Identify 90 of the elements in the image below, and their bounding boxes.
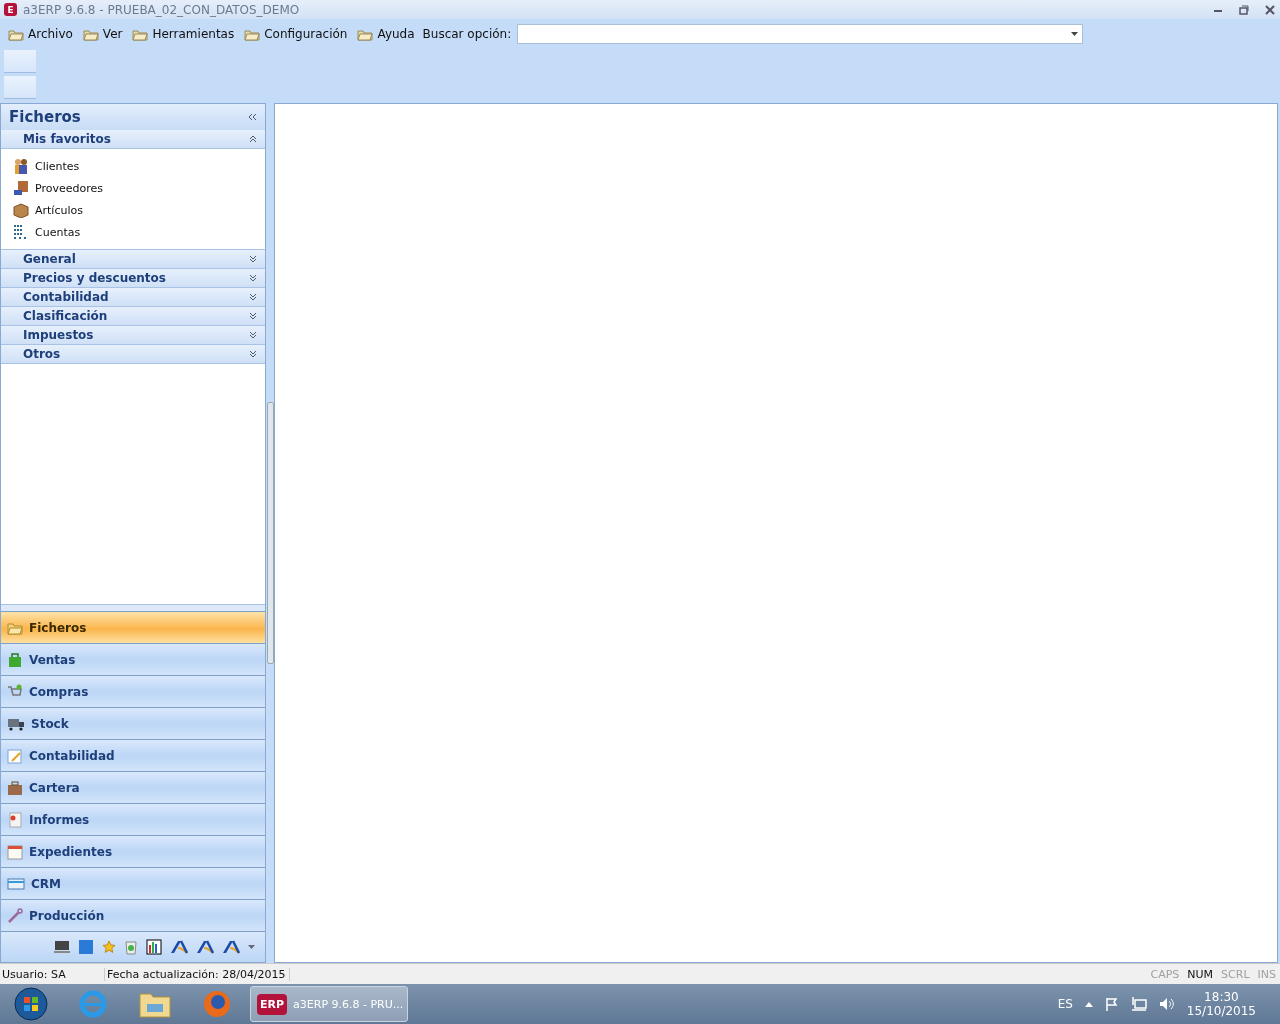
bag-icon [7, 651, 23, 668]
computer-icon[interactable] [54, 940, 70, 954]
logo-icon[interactable] [196, 940, 214, 954]
favorite-item[interactable]: Clientes [13, 155, 265, 177]
taskbar-window-title: a3ERP 9.6.8 - PRU... [293, 997, 404, 1011]
update-date-status: Fecha actualización: 28/04/2015 [105, 967, 290, 981]
menu-item[interactable]: Ayuda [355, 27, 417, 41]
menu-item[interactable]: Herramientas [130, 27, 237, 41]
key-indicator: SCRL [1220, 967, 1251, 981]
collapse-icon[interactable] [248, 113, 257, 121]
group-header[interactable]: Contabilidad [1, 288, 265, 307]
close-icon[interactable] [1264, 3, 1276, 16]
network-icon[interactable] [1130, 997, 1147, 1011]
truck-icon [7, 716, 25, 731]
expand-icon [249, 331, 257, 339]
restore-icon[interactable] [1238, 3, 1250, 16]
search-label: Buscar opción: [422, 27, 512, 41]
menu-item[interactable]: Archivo [6, 27, 75, 41]
folder-icon [357, 27, 374, 41]
menu-item[interactable]: Ver [80, 27, 125, 41]
folder-icon [7, 620, 23, 635]
person-box-icon [13, 180, 29, 196]
module-button[interactable]: Informes [1, 803, 265, 835]
module-button[interactable]: Producción [1, 899, 265, 931]
box-icon [13, 202, 29, 218]
toolbar [4, 50, 36, 73]
clock[interactable]: 18:30 15/10/2015 [1186, 990, 1256, 1018]
browser-icon[interactable] [202, 989, 232, 1019]
group-header[interactable]: Mis favoritos [1, 130, 265, 149]
dropdown-caret-icon[interactable] [248, 945, 255, 949]
menu-item[interactable]: Configuración [242, 27, 350, 41]
speaker-icon[interactable] [1158, 997, 1175, 1011]
group-header[interactable]: Otros [1, 345, 265, 364]
recycle-icon[interactable] [124, 939, 138, 955]
scrollbar[interactable] [266, 402, 274, 664]
resize-grip[interactable] [1, 604, 265, 611]
logo-icon[interactable] [170, 940, 188, 954]
folder-icon [132, 27, 149, 41]
module-button[interactable]: Ficheros [1, 611, 265, 643]
people-icon [13, 158, 29, 174]
language-indicator[interactable]: ES [1057, 997, 1073, 1011]
expand-icon [249, 274, 257, 282]
start-button-icon[interactable] [14, 987, 48, 1021]
calendar-icon [7, 843, 23, 860]
card-icon [7, 876, 25, 891]
expand-icon [249, 255, 257, 263]
folder-icon [82, 27, 99, 41]
toolbar [4, 76, 36, 99]
report-icon [7, 811, 23, 828]
sidebar-title: Ficheros [9, 108, 81, 126]
bar-chart-icon[interactable] [146, 939, 162, 955]
logo-icon[interactable] [222, 940, 240, 954]
module-button[interactable]: CRM [1, 867, 265, 899]
group-header[interactable]: Impuestos [1, 326, 265, 345]
search-field[interactable] [517, 24, 1084, 44]
collapse-icon [249, 135, 257, 143]
favorite-item[interactable]: Cuentas [13, 221, 265, 243]
wrench-icon [7, 907, 23, 924]
module-button[interactable]: Contabilidad [1, 739, 265, 771]
group-header[interactable]: Clasificación [1, 307, 265, 326]
user-status: Usuario: SA [0, 967, 105, 981]
key-indicator: CAPS [1149, 967, 1181, 981]
module-button[interactable]: Ventas [1, 643, 265, 675]
flag-icon[interactable] [1104, 997, 1119, 1011]
key-indicator: NUM [1186, 967, 1215, 981]
favorite-item[interactable]: Proveedores [13, 177, 265, 199]
group-header[interactable]: Precios y descuentos [1, 269, 265, 288]
expand-icon [249, 312, 257, 320]
app-icon: E [4, 3, 17, 16]
app-logo: ERP [257, 993, 288, 1015]
expand-icon [249, 293, 257, 301]
folder-icon [8, 27, 24, 41]
folder-icon[interactable] [139, 990, 171, 1018]
taskbar-window-button[interactable]: ERP a3ERP 9.6.8 - PRU... [250, 986, 408, 1022]
module-button[interactable]: Stock [1, 707, 265, 739]
module-button[interactable]: Cartera [1, 771, 265, 803]
dropdown-caret-icon[interactable] [1071, 32, 1079, 36]
window-title: a3ERP 9.6.8 - PRUEBA_02_CON_DATOS_DEMO [23, 2, 301, 17]
favorite-item[interactable]: Artículos [13, 199, 265, 221]
group-header[interactable]: General [1, 250, 265, 269]
star-icon[interactable] [102, 940, 116, 954]
caret-up-icon[interactable] [1084, 1001, 1093, 1007]
module-button[interactable]: Expedientes [1, 835, 265, 867]
expand-icon [249, 350, 257, 358]
notepad-pencil-icon [7, 747, 23, 764]
key-indicator: INS [1256, 967, 1277, 981]
briefcase-icon [7, 779, 23, 796]
numbers-icon [13, 224, 29, 240]
module-button[interactable]: Compras [1, 675, 265, 707]
folder-icon [244, 27, 261, 41]
